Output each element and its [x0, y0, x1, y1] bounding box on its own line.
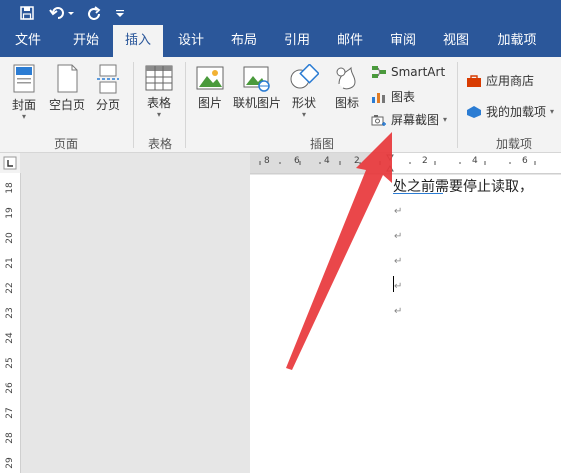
page-break-icon — [97, 64, 119, 94]
blank-page-button[interactable]: 空白页 — [47, 64, 87, 113]
chart-label: 图表 — [391, 90, 416, 104]
customize-icon[interactable] — [112, 0, 128, 25]
picture-button[interactable]: 图片 — [192, 64, 228, 111]
shapes-icon — [290, 64, 319, 89]
blank-page-icon — [57, 64, 78, 93]
chevron-down-icon: ▾ — [21, 112, 26, 121]
ruler-tick: 2 — [422, 156, 428, 166]
online-picture-button[interactable]: 联机图片 — [231, 64, 283, 111]
ruler-tick: 6 — [294, 156, 300, 166]
screenshot-button[interactable]: 屏幕截图 ▾ — [371, 111, 447, 128]
picture-label: 图片 — [197, 96, 222, 110]
save-icon[interactable] — [16, 0, 38, 25]
my-addins-label: 我的加载项 — [486, 105, 547, 119]
cover-page-icon — [13, 64, 35, 93]
ruler-tick: 4 — [472, 156, 478, 166]
redo-icon[interactable] — [84, 0, 104, 25]
cover-page-label: 封面 — [11, 98, 36, 112]
icons-button[interactable]: 图标 — [330, 64, 364, 111]
ruler-tick: 2 — [354, 156, 360, 166]
ruler-tick: 19 — [5, 207, 15, 219]
smartart-label: SmartArt — [391, 65, 446, 79]
tab-stop-icon — [3, 156, 17, 170]
tab-references[interactable]: 引用 — [270, 25, 324, 57]
group-divider — [457, 62, 458, 148]
page-break-button[interactable]: 分页 — [92, 64, 124, 113]
store-label: 应用商店 — [486, 74, 535, 88]
screenshot-icon — [371, 114, 386, 126]
group-label-pages: 页面 — [53, 137, 78, 151]
ruler-tick: 24 — [5, 332, 15, 344]
ruler-tick: 6 — [522, 156, 528, 166]
tab-layout[interactable]: 布局 — [217, 25, 271, 57]
smartart-icon — [372, 66, 386, 78]
group-divider — [185, 62, 186, 148]
tab-view[interactable]: 视图 — [429, 25, 483, 57]
group-label-addins: 加载项 — [495, 137, 532, 151]
group-label-illustrations: 插图 — [309, 137, 334, 151]
tab-review[interactable]: 审阅 — [376, 25, 430, 57]
tab-selector[interactable] — [0, 153, 20, 173]
ruler-tick: 27 — [5, 407, 15, 419]
store-button[interactable]: 应用商店 — [466, 72, 534, 89]
tab-home[interactable]: 开始 — [58, 25, 114, 57]
icons-label: 图标 — [334, 96, 359, 110]
ruler-tick: 26 — [5, 382, 15, 394]
cover-page-button[interactable]: 封面 ▾ — [8, 64, 40, 121]
picture-icon — [196, 66, 224, 90]
tab-insert[interactable]: 插入 — [113, 25, 163, 57]
shapes-label: 形状 — [291, 96, 316, 110]
ruler-tick: 28 — [5, 432, 15, 444]
paragraph-mark: ↵ — [394, 256, 403, 267]
undo-icon[interactable] — [47, 0, 77, 25]
online-picture-label: 联机图片 — [232, 96, 281, 110]
tab-design[interactable]: 设计 — [164, 25, 218, 57]
shapes-button[interactable]: 形状 ▾ — [287, 64, 321, 119]
chevron-down-icon: ▾ — [550, 106, 555, 116]
table-icon — [145, 65, 173, 91]
paragraph-mark: ↵ — [394, 231, 403, 242]
smartart-button[interactable]: SmartArt — [371, 65, 445, 79]
ruler-tick: 25 — [5, 357, 15, 369]
ruler-tick: 20 — [5, 232, 15, 244]
chart-icon — [372, 92, 385, 103]
store-icon — [467, 74, 481, 87]
ruler-tick: 18 — [5, 182, 15, 194]
group-divider — [133, 62, 134, 148]
ruler-tick: 29 — [5, 457, 15, 469]
tab-mailings[interactable]: 邮件 — [323, 25, 377, 57]
document-page[interactable] — [250, 175, 561, 473]
table-label: 表格 — [146, 96, 171, 110]
text-cursor — [393, 276, 394, 292]
chevron-down-icon: ▾ — [156, 110, 161, 119]
ruler-tick: 21 — [5, 257, 15, 269]
ruler-tick: 22 — [5, 282, 15, 294]
my-addins-button[interactable]: 我的加载项 ▾ — [466, 103, 554, 120]
screenshot-label: 屏幕截图 — [391, 113, 440, 127]
chevron-down-icon: ▾ — [443, 114, 448, 124]
table-button[interactable]: 表格 ▾ — [142, 64, 176, 119]
ruler-tick: 23 — [5, 307, 15, 319]
page-break-label: 分页 — [95, 98, 120, 112]
my-addins-icon — [467, 105, 481, 118]
paragraph-mark: ↵ — [394, 281, 403, 292]
tab-addins[interactable]: 加载项 — [487, 25, 547, 57]
blank-page-label: 空白页 — [48, 98, 85, 112]
chevron-down-icon: ▾ — [301, 110, 306, 119]
tab-file[interactable]: 文件 — [0, 25, 56, 57]
online-picture-icon — [243, 66, 270, 92]
group-label-tables: 表格 — [147, 137, 172, 151]
icons-icon — [336, 66, 356, 90]
paragraph-mark: ↵ — [394, 206, 403, 217]
text-underline — [393, 193, 443, 194]
chart-button[interactable]: 图表 — [371, 88, 415, 105]
paragraph-mark: ↵ — [394, 306, 403, 317]
ruler-tick: 4 — [324, 156, 330, 166]
ruler-tick: 8 — [264, 156, 270, 166]
